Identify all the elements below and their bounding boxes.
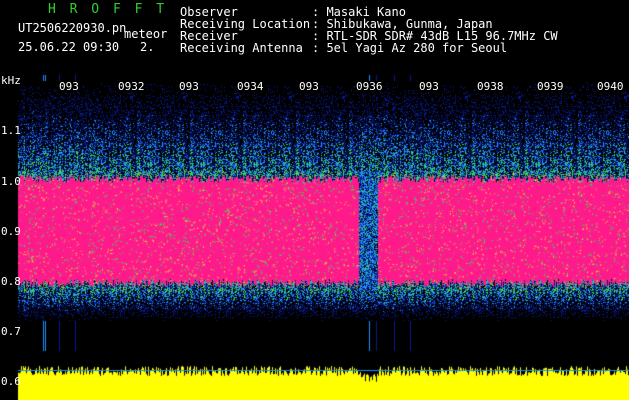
x-tick-label: 093 (58, 80, 80, 93)
x-tick-label: 0934 (236, 80, 265, 93)
x-tick-label: 0938 (476, 80, 505, 93)
spectrogram-canvas (0, 70, 629, 400)
mode-label: meteor (124, 27, 168, 41)
y-axis-unit: kHz (1, 74, 21, 87)
index-label: 2. (140, 40, 155, 54)
observation-datetime: 25.06.22 09:30 (18, 40, 120, 54)
antenna-label: Receiving Antenna (180, 41, 303, 55)
y-tick-label: 1.0 (1, 175, 21, 188)
y-tick-label: 0.9 (1, 225, 21, 238)
y-tick-label: 0.7 (1, 325, 21, 338)
x-tick-label: 093 (298, 80, 320, 93)
x-tick-label: 0940 (596, 80, 625, 93)
x-tick-label: 0939 (536, 80, 565, 93)
x-tick-label: 0936 (355, 80, 384, 93)
x-tick-label: 0932 (117, 80, 146, 93)
y-tick-label: 0.6 (1, 375, 21, 388)
x-tick-label: 093 (418, 80, 440, 93)
x-tick-label: 093 (178, 80, 200, 93)
y-tick-label: 1.1 (1, 124, 21, 137)
file-name: UT2506220930.pn (18, 21, 127, 35)
app-title: H R O F F T (48, 2, 168, 17)
y-tick-label: 0.8 (1, 275, 21, 288)
antenna-value: : 5el Yagi Az 280 for Seoul (312, 41, 508, 55)
